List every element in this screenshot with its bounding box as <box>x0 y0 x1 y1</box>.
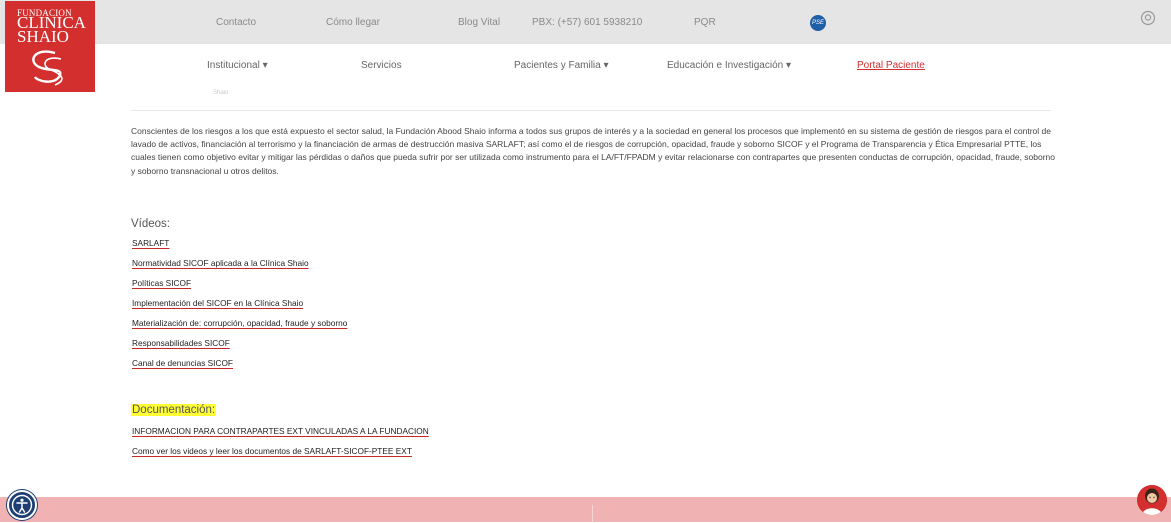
chat-assistant-icon[interactable] <box>1137 485 1167 515</box>
video-link-canal-denuncias[interactable]: Canal de denuncias SICOF <box>132 358 233 368</box>
video-link-implementacion[interactable]: Implementación del SICOF en la Clínica S… <box>132 298 303 308</box>
logo-emblem-icon <box>32 50 63 86</box>
documentation-heading: Documentación: <box>131 404 217 416</box>
nav-institucional[interactable]: Institucional ▾ <box>207 60 268 71</box>
video-link-normatividad[interactable]: Normatividad SICOF aplicada a la Clínica… <box>132 258 309 268</box>
video-link-responsabilidades[interactable]: Responsabilidades SICOF <box>132 338 230 348</box>
videos-heading: Vídeos: <box>131 218 170 230</box>
nav-servicios[interactable]: Servicios <box>361 60 402 71</box>
directions-link[interactable]: Cómo llegar <box>326 17 380 28</box>
footer-bar <box>0 497 1171 522</box>
logo-line-3: SHAIO <box>17 27 69 46</box>
user-circle-icon[interactable] <box>1140 10 1156 26</box>
faded-breadcrumb-text: Shaio <box>213 90 229 96</box>
video-link-politicas[interactable]: Políticas SICOF <box>132 278 191 288</box>
top-utility-bar: Contacto Cómo llegar Blog Vital PBX: (+5… <box>0 0 1171 44</box>
doc-link-como-ver[interactable]: Como ver los videos y leer los documento… <box>132 446 412 456</box>
intro-paragraph: Conscientes de los riesgos a los que est… <box>131 126 1056 176</box>
doc-link-contrapartes[interactable]: INFORMACION PARA CONTRAPARTES EXT VINCUL… <box>132 426 429 436</box>
blog-link[interactable]: Blog Vital <box>458 17 500 28</box>
content-divider <box>131 110 1051 111</box>
contact-link[interactable]: Contacto <box>216 17 256 28</box>
phone-link[interactable]: PBX: (+57) 601 5938210 <box>532 17 642 28</box>
site-logo[interactable]: FUNDACION CLINICA SHAIO <box>5 1 95 92</box>
video-link-materializacion[interactable]: Materialización de: corrupción, opacidad… <box>132 318 347 328</box>
accessibility-icon[interactable] <box>7 490 37 520</box>
main-nav: Institucional ▾ Servicios Pacientes y Fa… <box>0 44 1171 92</box>
pse-payment-icon[interactable]: PSE <box>810 15 826 31</box>
nav-educacion-investigacion[interactable]: Educación e Investigación ▾ <box>667 60 791 71</box>
footer-divider <box>592 505 593 522</box>
video-link-sarlaft[interactable]: SARLAFT <box>132 238 169 248</box>
nav-portal-paciente[interactable]: Portal Paciente <box>857 60 925 71</box>
nav-pacientes-familia[interactable]: Pacientes y Familia ▾ <box>514 60 609 71</box>
pqr-link[interactable]: PQR <box>694 17 716 28</box>
